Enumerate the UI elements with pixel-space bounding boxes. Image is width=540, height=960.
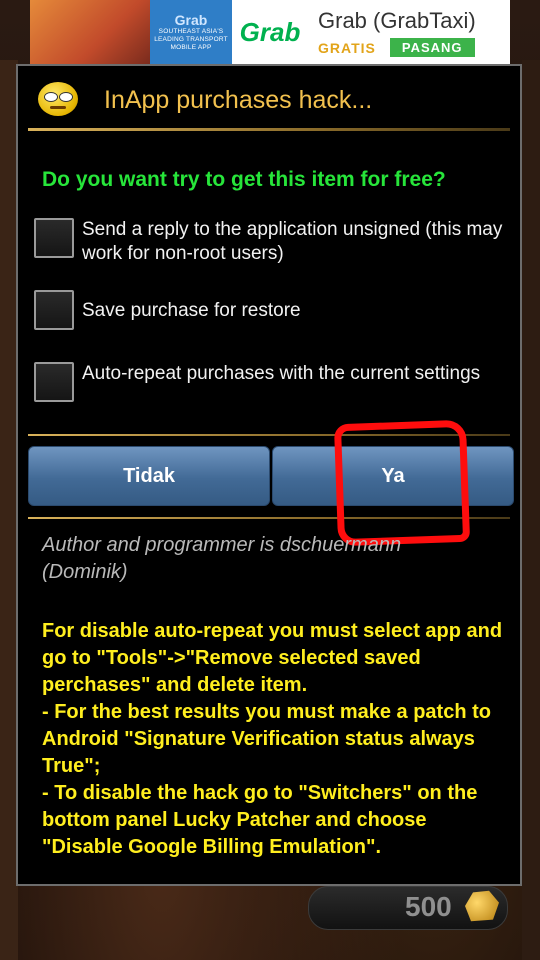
ad-banner[interactable]: Grab SOUTHEAST ASIA'S LEADING TRANSPORT … bbox=[30, 0, 510, 64]
smiley-icon bbox=[38, 82, 78, 116]
dialog-title: InApp purchases hack... bbox=[104, 86, 373, 114]
ad-app-title: Grab (GrabTaxi) bbox=[318, 8, 476, 33]
buttons-top-divider bbox=[28, 434, 510, 436]
coin-value: 500 bbox=[405, 891, 452, 922]
grab-logo-icon: Grab bbox=[232, 0, 308, 64]
option-label: Save purchase for restore bbox=[82, 300, 301, 321]
checkbox-save-purchase[interactable] bbox=[34, 290, 74, 330]
question-text: Do you want try to get this item for fre… bbox=[42, 168, 446, 191]
ad-promo-brand: Grab bbox=[174, 12, 208, 28]
option-label: Send a reply to the application unsigned… bbox=[82, 219, 503, 264]
title-divider bbox=[28, 128, 510, 131]
ad-promo-tagline: SOUTHEAST ASIA'S LEADING TRANSPORT MOBIL… bbox=[154, 28, 228, 51]
option-save-purchase[interactable]: Save purchase for restore bbox=[34, 290, 512, 330]
game-frame-right bbox=[522, 60, 540, 960]
option-auto-repeat[interactable]: Auto-repeat purchases with the current s… bbox=[34, 362, 512, 402]
yes-button[interactable]: Ya bbox=[272, 446, 514, 506]
ad-info: Grab (GrabTaxi) GRATIS PASANG bbox=[308, 0, 510, 64]
instructions-text: For disable auto-repeat you must select … bbox=[42, 620, 503, 858]
checkbox-unsigned-reply[interactable] bbox=[34, 218, 74, 258]
ad-price: GRATIS bbox=[318, 39, 376, 56]
ad-photo bbox=[30, 0, 150, 64]
ad-promo: Grab SOUTHEAST ASIA'S LEADING TRANSPORT … bbox=[150, 0, 232, 64]
dialog-header: InApp purchases hack... bbox=[18, 66, 520, 132]
ad-install-button[interactable]: PASANG bbox=[389, 38, 475, 57]
option-unsigned-reply[interactable]: Send a reply to the application unsigned… bbox=[34, 218, 512, 266]
checkbox-auto-repeat[interactable] bbox=[34, 362, 74, 402]
option-label: Auto-repeat purchases with the current s… bbox=[82, 363, 481, 384]
inapp-hack-dialog: InApp purchases hack... Do you want try … bbox=[16, 64, 522, 886]
no-button[interactable]: Tidak bbox=[28, 446, 270, 506]
coin-counter: 500 bbox=[308, 886, 508, 930]
buttons-bottom-divider bbox=[28, 517, 510, 519]
gold-nugget-icon bbox=[465, 890, 499, 922]
author-text: Author and programmer is dschuermann (Do… bbox=[42, 534, 402, 583]
